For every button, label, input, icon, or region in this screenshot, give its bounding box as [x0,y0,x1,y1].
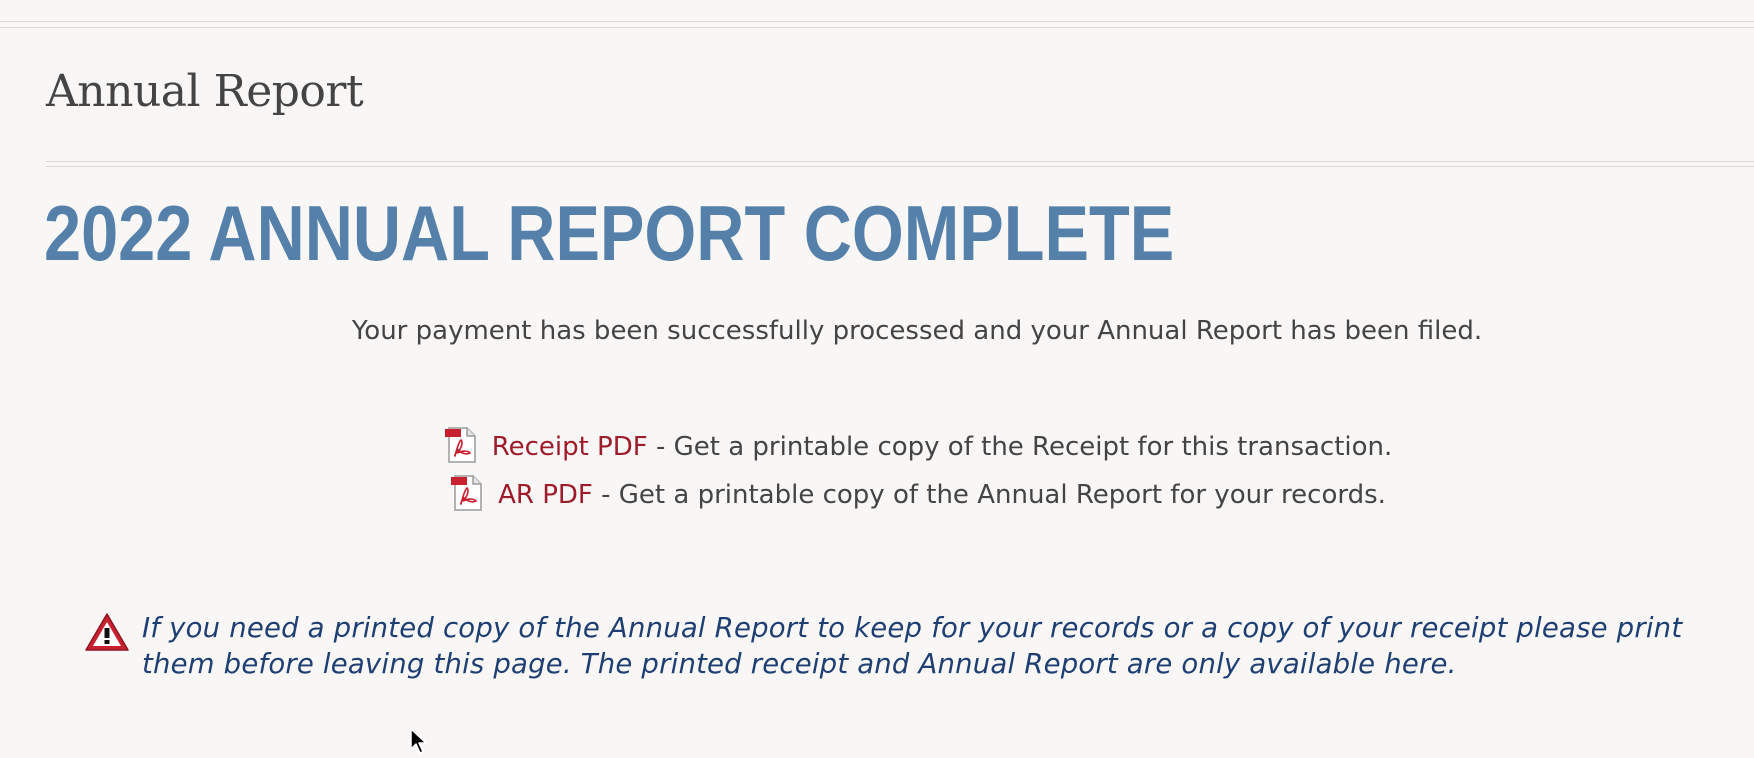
receipt-pdf-link[interactable]: Receipt PDF [492,432,648,462]
ar-pdf-link[interactable]: AR PDF [498,480,593,510]
download-item-ar: AR PDF - Get a printable copy of the Ann… [0,472,1754,520]
notice-text: If you need a printed copy of the Annual… [142,612,1683,680]
top-divider [0,21,1754,28]
pdf-icon[interactable] [442,426,480,464]
download-list: Receipt PDF - Get a printable copy of th… [0,424,1754,520]
download-item-receipt: Receipt PDF - Get a printable copy of th… [0,424,1754,472]
mouse-cursor-icon [409,728,429,754]
pdf-icon[interactable] [448,474,486,512]
page-title: Annual Report [46,66,364,117]
completion-headline: 2022 ANNUAL REPORT COMPLETE [44,189,1175,277]
title-divider [46,161,1754,167]
ar-pdf-description: - Get a printable copy of the Annual Rep… [592,480,1386,510]
success-message: Your payment has been successfully proce… [351,316,1483,346]
receipt-pdf-description: - Get a printable copy of the Receipt fo… [647,432,1393,462]
warning-icon [84,612,130,652]
